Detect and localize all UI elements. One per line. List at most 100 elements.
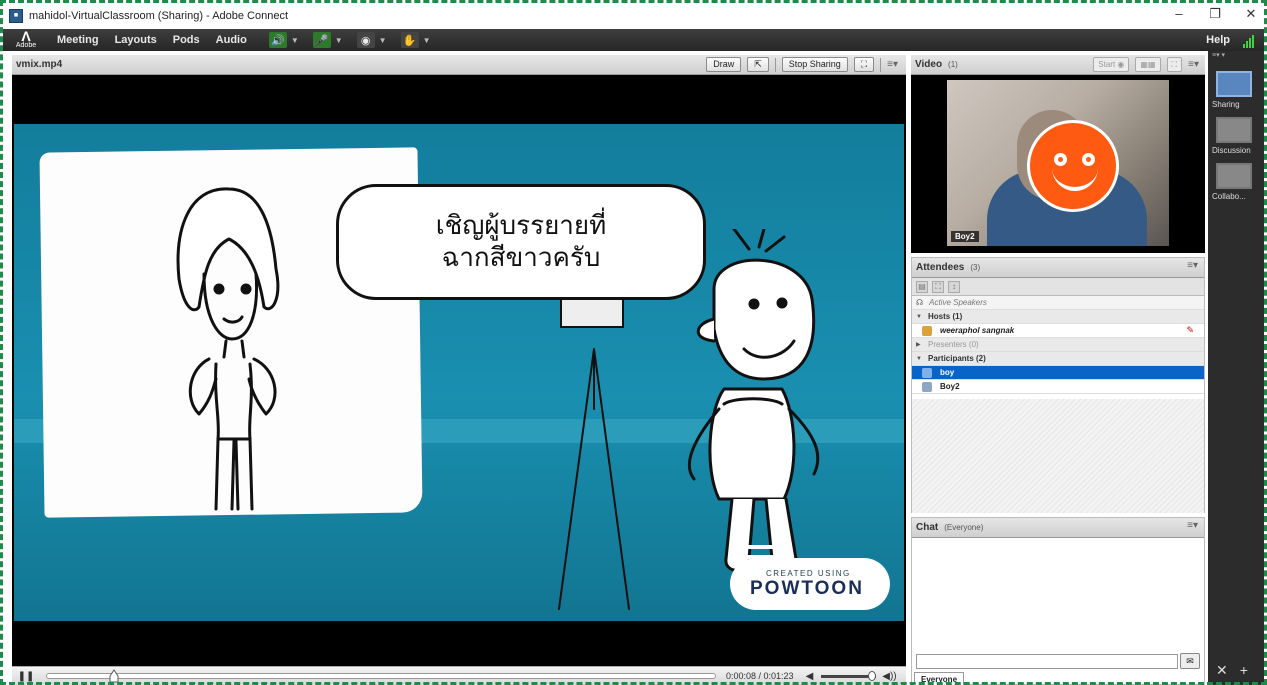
menu-bar: Λ Adobe Meeting Layouts Pods Audio 🔊 ▼ 🎤 ▼ … (3, 29, 1264, 51)
attendees-toolbar: ▤ ⛶ ↕ (912, 278, 1204, 296)
video-pod-header: Video (1) Start ◉ ▦▦ ⛶ ≡▾ (911, 55, 1205, 75)
menu-layouts[interactable]: Layouts (115, 34, 157, 46)
seek-handle-icon[interactable] (109, 669, 119, 683)
webcam-feed[interactable]: Boy2 (947, 80, 1169, 246)
video-count: (1) (948, 60, 958, 69)
app-icon: ■ (9, 9, 23, 23)
restore-button[interactable]: ❐ (1208, 7, 1222, 21)
speech-line-1: เชิญผู้บรรยายที่ (435, 211, 607, 241)
minimize-button[interactable]: – (1172, 7, 1186, 21)
hosts-section[interactable]: ▼ Hosts (1) (912, 310, 1204, 324)
adobe-logo: Λ Adobe (15, 28, 37, 49)
layout-discussion[interactable]: Discussion (1212, 117, 1264, 155)
menu-meeting[interactable]: Meeting (57, 34, 99, 46)
attendees-count: (3) (970, 263, 981, 272)
speaker-toggle[interactable]: 🔊 ▼ (268, 32, 299, 48)
speech-bubble: เชิญผู้บรรยายที่ ฉากสีขาวครับ (336, 184, 706, 300)
chat-tab-everyone[interactable]: Everyone (914, 672, 965, 685)
fullscreen-icon[interactable]: ⛶ (1166, 57, 1183, 72)
pod-menu-icon[interactable]: ≡▾ (887, 59, 898, 70)
draw-button[interactable]: Draw (706, 57, 742, 72)
woman-cartoon (176, 187, 280, 511)
menu-pods[interactable]: Pods (173, 34, 200, 46)
webcam-icon: ◉ (356, 32, 375, 48)
video-stage: เชิญผู้บรรยายที่ ฉากสีขาวครับ CREATED US… (14, 124, 904, 621)
attendees-pod-header: Attendees (3) ≡▾ (912, 258, 1204, 278)
grid-view-icon[interactable]: ▦▦ (1135, 57, 1161, 72)
start-webcam-button[interactable]: Start ◉ (1093, 57, 1130, 72)
layout-sharing[interactable]: Sharing (1212, 71, 1264, 109)
chat-input[interactable] (916, 654, 1178, 669)
speaker-icon: 🔊 (268, 32, 287, 48)
chat-title: Chat (916, 522, 939, 533)
pod-menu-icon[interactable]: ≡▾ (1187, 520, 1198, 531)
collapse-layouts-icon[interactable]: ✕ (1216, 662, 1228, 679)
menu-audio[interactable]: Audio (216, 34, 247, 46)
powtoon-badge: CREATED USING POWTOON (730, 558, 890, 610)
speech-line-2: ฉากสีขาวครับ (441, 243, 601, 273)
share-pod-title: vmix.mp4 (16, 59, 63, 70)
layout-sharing-label: Sharing (1212, 100, 1240, 109)
seek-slider[interactable] (46, 669, 716, 683)
participant-row[interactable]: Boy2 (912, 380, 1204, 394)
pause-button[interactable]: ❚❚ (16, 671, 36, 682)
powtoon-caption: CREATED USING (766, 568, 851, 578)
volume-low-icon[interactable]: ◀ (806, 671, 814, 682)
active-speakers-row: ☊ Active Speakers (912, 296, 1204, 310)
powtoon-logo: POWTOON (750, 577, 864, 599)
layouts-panel: ≡▾ ▾ Sharing Discussion Collabo... ✕ + (1208, 51, 1264, 685)
video-pod: Video (1) Start ◉ ▦▦ ⛶ ≡▾ Boy2 (911, 55, 1205, 253)
playback-time: 0:00:08 / 0:01:23 (726, 671, 794, 681)
chat-pod-header: Chat (Everyone) ≡▾ (912, 518, 1204, 538)
pointer-button[interactable]: ⇱ (747, 57, 769, 72)
projector-tripod (558, 296, 630, 610)
layout-collaboration[interactable]: Collabo... (1212, 163, 1264, 201)
chat-scope: (Everyone) (944, 523, 984, 532)
microphone-toggle[interactable]: 🎤 ▼ (312, 32, 343, 48)
volume-slider[interactable] (821, 670, 877, 681)
layouts-menu-icon[interactable]: ≡▾ ▾ (1208, 51, 1264, 63)
participant-row[interactable]: boy (912, 366, 1204, 380)
chat-send-icon[interactable]: ✉ (1180, 653, 1200, 669)
fullscreen-icon[interactable]: ⛶ (853, 57, 875, 72)
video-pod-title: Video (915, 59, 943, 70)
share-pod-header: vmix.mp4 Draw ⇱ Stop Sharing ⛶ ≡▾ (12, 55, 906, 75)
hand-icon: ✋ (400, 32, 419, 48)
divider (774, 57, 776, 72)
pod-menu-icon[interactable]: ≡▾ (1187, 260, 1198, 271)
status-view-icon[interactable]: ▤ (916, 280, 928, 293)
volume-handle[interactable] (868, 670, 877, 681)
menu-help[interactable]: Help (1206, 34, 1230, 46)
host-row[interactable]: weeraphol sangnak ✎ (912, 324, 1204, 338)
layout-sharing-thumb (1216, 71, 1252, 97)
participants-section[interactable]: ▼ Participants (2) (912, 352, 1204, 366)
layout-discussion-thumb (1216, 117, 1252, 143)
window-titlebar: ■ mahidol-VirtualClassroom (Sharing) - A… (3, 3, 1264, 29)
host-icon (922, 325, 932, 336)
stop-sharing-button[interactable]: Stop Sharing (781, 57, 848, 72)
participant-icon (922, 367, 932, 378)
connection-signal-icon (1243, 35, 1254, 48)
window-title: mahidol-VirtualClassroom (Sharing) - Ado… (29, 10, 289, 22)
breakout-icon[interactable]: ⛶ (932, 280, 944, 293)
webcam-label: Boy2 (951, 231, 979, 242)
webcam-toggle[interactable]: ◉ ▼ (356, 32, 387, 48)
presenters-section[interactable]: ▶ Presenters (0) (912, 338, 1204, 352)
layout-collaboration-label: Collabo... (1212, 192, 1246, 201)
chat-pod: Chat (Everyone) ≡▾ ✉ Everyone (911, 517, 1205, 685)
divider (880, 57, 882, 72)
volume-high-icon[interactable]: ◀)) (882, 671, 896, 682)
add-layout-icon[interactable]: + (1240, 662, 1248, 679)
close-button[interactable]: ✕ (1244, 7, 1258, 21)
attendees-empty-area (912, 399, 1204, 513)
smiley-face-icon (1027, 120, 1119, 212)
share-pod: vmix.mp4 Draw ⇱ Stop Sharing ⛶ ≡▾ เชิญผู… (12, 55, 906, 685)
layout-discussion-label: Discussion (1212, 146, 1251, 155)
attendees-pod: Attendees (3) ≡▾ ▤ ⛶ ↕ ☊ Active Speakers… (911, 257, 1205, 513)
sort-icon[interactable]: ↕ (948, 280, 960, 293)
raise-hand-toggle[interactable]: ✋ ▼ (400, 32, 431, 48)
microphone-muted-icon: ✎ (1186, 325, 1194, 335)
speakers-icon: ☊ (916, 298, 924, 307)
pod-menu-icon[interactable]: ≡▾ (1188, 59, 1199, 70)
playback-bar: ❚❚ 0:00:08 / 0:01:23 ◀ ◀)) (12, 666, 906, 685)
